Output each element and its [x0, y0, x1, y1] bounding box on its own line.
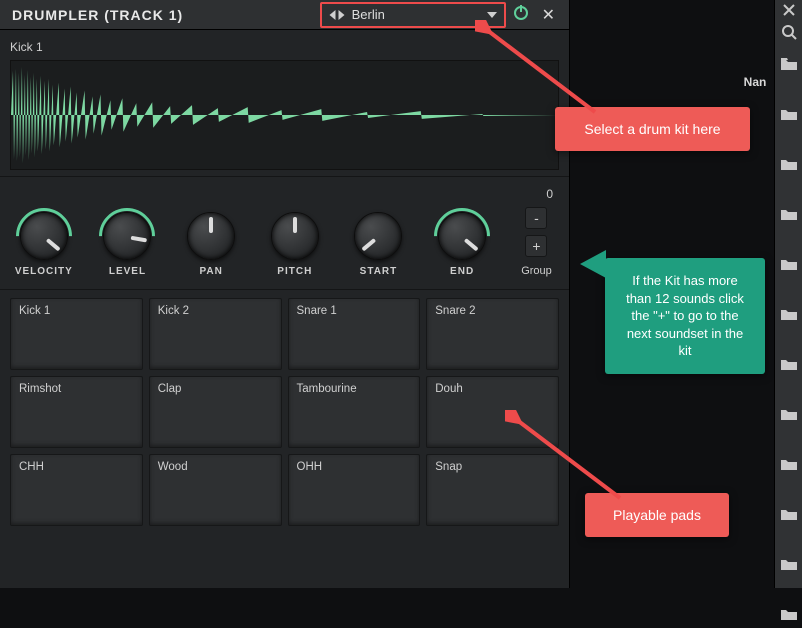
folder-icon[interactable]: [775, 450, 802, 478]
plugin-title: DRUMPLER (TRACK 1): [12, 7, 314, 23]
level-knob[interactable]: LEVEL: [94, 212, 162, 277]
prev-kit-icon[interactable]: [328, 9, 337, 21]
pan-knob[interactable]: PAN: [177, 212, 245, 277]
folder-icon[interactable]: [775, 550, 802, 578]
folder-icon[interactable]: [775, 200, 802, 228]
group-column: 0 - + Group: [514, 187, 559, 277]
start-knob[interactable]: START: [345, 212, 413, 277]
callout-group-tail: [580, 250, 606, 278]
pad[interactable]: Kick 2: [149, 298, 282, 370]
folder-icon[interactable]: [775, 150, 802, 178]
app-sidebar: [774, 0, 802, 588]
sidebar-close-icon[interactable]: [775, 4, 802, 16]
pad[interactable]: Rimshot: [10, 376, 143, 448]
velocity-knob[interactable]: VELOCITY: [10, 212, 78, 277]
kit-name: Berlin: [352, 7, 480, 22]
folder-icon[interactable]: [775, 50, 802, 78]
arrow-to-pads: [505, 410, 635, 510]
folder-icon[interactable]: [775, 100, 802, 128]
folder-icon[interactable]: [775, 300, 802, 328]
folder-icon[interactable]: [775, 600, 802, 628]
folder-icon[interactable]: [775, 350, 802, 378]
knob-row: VELOCITY LEVEL PAN PITCH START END 0 - +…: [0, 177, 569, 290]
browser-header: Nan: [736, 75, 774, 89]
folder-icon[interactable]: [775, 400, 802, 428]
next-kit-icon[interactable]: [337, 9, 346, 21]
callout-group-tip: If the Kit has more than 12 sounds click…: [605, 258, 765, 374]
pad-grid: Kick 1 Kick 2 Snare 1 Snare 2 Rimshot Cl…: [0, 290, 569, 538]
pitch-knob[interactable]: PITCH: [261, 212, 329, 277]
arrow-to-kit: [475, 20, 605, 120]
group-plus-button[interactable]: +: [525, 235, 547, 257]
folder-icon[interactable]: [775, 500, 802, 528]
browser-header-label: Nan: [744, 75, 767, 89]
folder-icon[interactable]: [775, 250, 802, 278]
pad[interactable]: CHH: [10, 454, 143, 526]
pad[interactable]: Tambourine: [288, 376, 421, 448]
pad[interactable]: Clap: [149, 376, 282, 448]
group-minus-button[interactable]: -: [525, 207, 547, 229]
pad[interactable]: Snare 1: [288, 298, 421, 370]
search-icon[interactable]: [775, 24, 802, 40]
pad[interactable]: Kick 1: [10, 298, 143, 370]
end-knob[interactable]: END: [428, 212, 496, 277]
group-label: Group: [521, 265, 552, 277]
pad[interactable]: Snare 2: [426, 298, 559, 370]
pad[interactable]: Wood: [149, 454, 282, 526]
pad[interactable]: OHH: [288, 454, 421, 526]
group-value: 0: [546, 187, 559, 201]
